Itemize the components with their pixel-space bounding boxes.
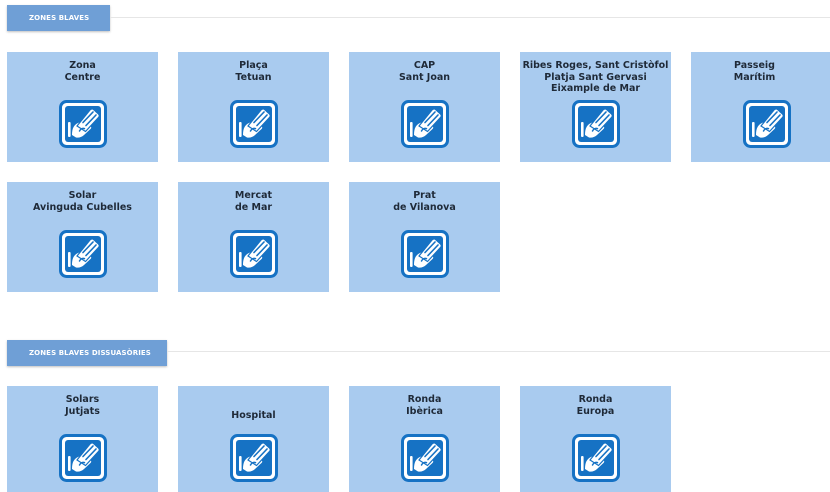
section-header-zones-blaves[interactable]: ZONES BLAVES <box>7 5 110 31</box>
zone-tile-cap-sant-joan[interactable]: CAP Sant Joan <box>349 52 500 162</box>
zone-tile-solars-jutjats[interactable]: Solars Jutjats <box>7 386 158 492</box>
zone-tile-label: Solar Avinguda Cubelles <box>33 190 132 213</box>
zone-tile-solar-avinguda-cubelles[interactable]: Solar Avinguda Cubelles <box>7 182 158 292</box>
hand-card-payment-icon <box>59 100 107 148</box>
section-divider <box>110 17 830 18</box>
zone-tile-label: Passeig Marítim <box>733 60 776 83</box>
zone-tile-label: Hospital <box>231 410 276 421</box>
zone-tile-zona-centre[interactable]: Zona Centre <box>7 52 158 162</box>
zone-tile-label: Ronda Europa <box>576 394 615 417</box>
zone-tile-passeig-maritim[interactable]: Passeig Marítim <box>691 52 830 162</box>
zone-tile-label: Prat de Vilanova <box>393 190 456 213</box>
zone-tile-label: Ribes Roges, Sant Cristòfol Platja Sant … <box>522 60 669 94</box>
hand-card-payment-icon <box>572 100 620 148</box>
zone-tile-label: Zona Centre <box>64 60 101 83</box>
zone-tile-label: Plaça Tetuan <box>235 60 272 83</box>
hand-card-payment-icon <box>743 100 791 148</box>
zone-tile-label: Mercat de Mar <box>234 190 273 213</box>
zone-tile-placa-tetuan[interactable]: Plaça Tetuan <box>178 52 329 162</box>
zone-tile-ribes-roges[interactable]: Ribes Roges, Sant Cristòfol Platja Sant … <box>520 52 671 162</box>
zone-tile-ronda-iberica[interactable]: Ronda Ibèrica <box>349 386 500 492</box>
hand-card-payment-icon <box>572 434 620 482</box>
zone-tile-mercat-de-mar[interactable]: Mercat de Mar <box>178 182 329 292</box>
zone-tile-label: Solars Jutjats <box>65 394 100 417</box>
section-header-zones-blaves-dissuasories[interactable]: ZONES BLAVES DISSUASÒRIES <box>7 340 167 366</box>
hand-card-payment-icon <box>230 434 278 482</box>
hand-card-payment-icon <box>230 100 278 148</box>
zone-tile-ronda-europa[interactable]: Ronda Europa <box>520 386 671 492</box>
zone-tile-label: CAP Sant Joan <box>398 60 451 83</box>
zone-tile-prat-de-vilanova[interactable]: Prat de Vilanova <box>349 182 500 292</box>
zone-tile-hospital[interactable]: Hospital <box>178 386 329 492</box>
section-divider <box>167 351 830 352</box>
hand-card-payment-icon <box>230 230 278 278</box>
hand-card-payment-icon <box>59 230 107 278</box>
hand-card-payment-icon <box>401 434 449 482</box>
hand-card-payment-icon <box>59 434 107 482</box>
zone-tile-label: Ronda Ibèrica <box>406 394 443 417</box>
hand-card-payment-icon <box>401 230 449 278</box>
hand-card-payment-icon <box>401 100 449 148</box>
